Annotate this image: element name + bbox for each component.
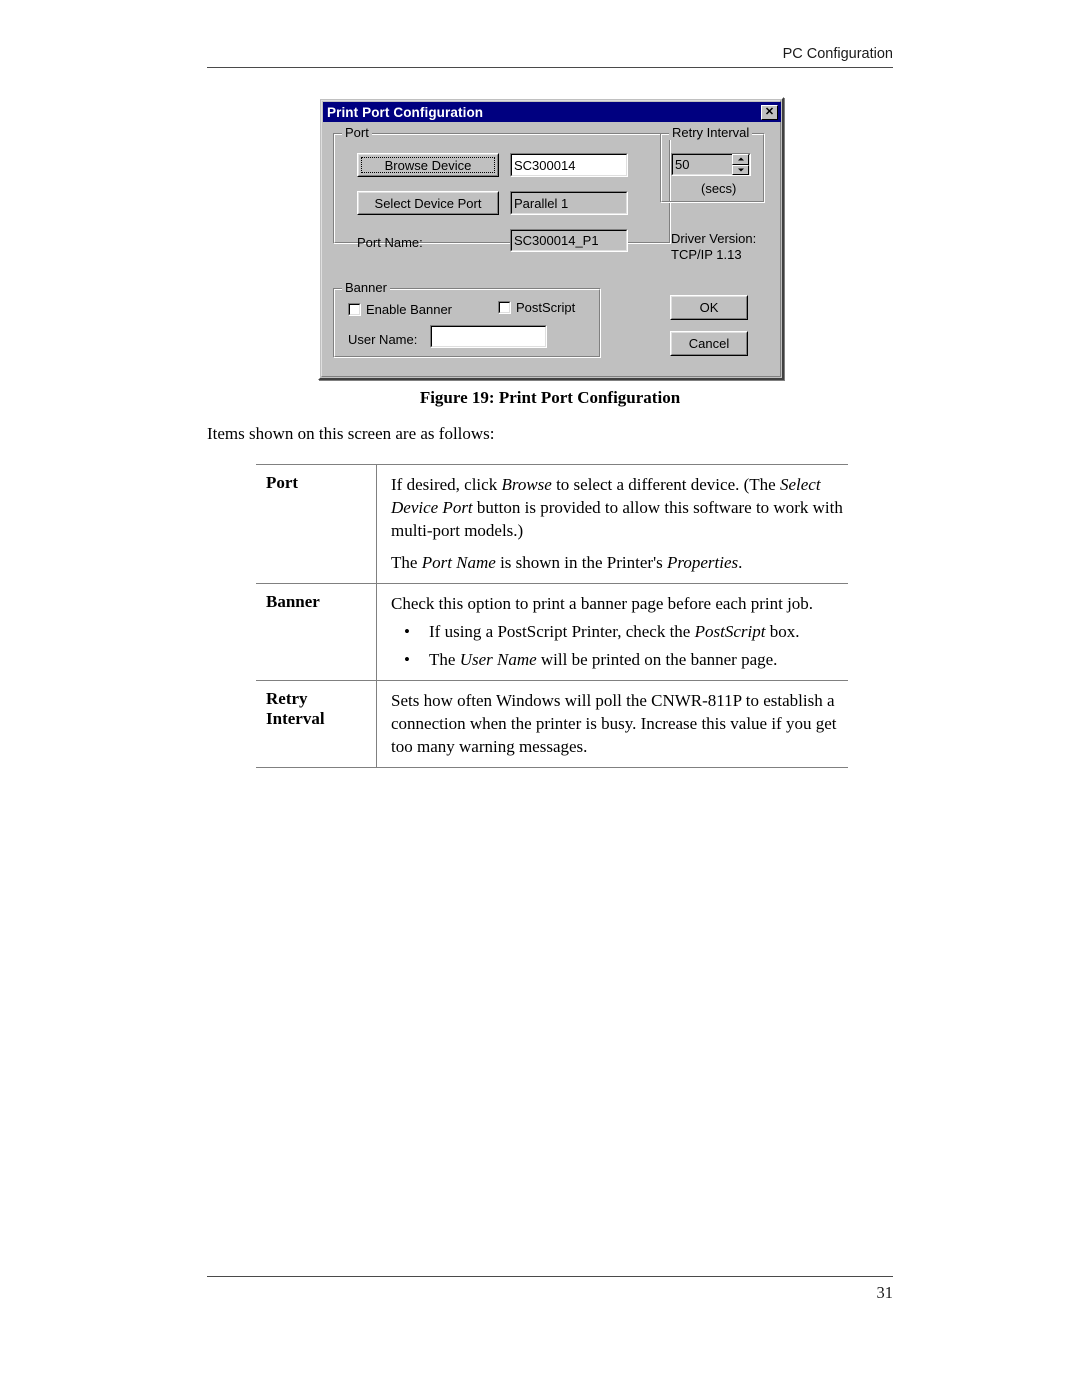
text-fragment: will be printed on the banner page.	[536, 650, 778, 669]
user-name-input[interactable]	[430, 325, 547, 348]
text-fragment: If using a PostScript Printer, check the	[429, 622, 695, 641]
retry-interval-value: 50	[675, 157, 690, 172]
emphasis-browse: Browse	[501, 475, 552, 494]
footer-rule	[207, 1276, 893, 1277]
bullet-icon: •	[404, 622, 410, 641]
close-icon[interactable]: ✕	[761, 104, 778, 120]
spinner-down-icon[interactable]	[732, 164, 749, 175]
banner-bullet-2: • The User Name will be printed on the b…	[391, 648, 844, 671]
print-port-configuration-dialog: Print Port Configuration ✕ Port Browse D…	[318, 97, 784, 380]
emphasis-properties: Properties	[667, 553, 739, 572]
banner-bullet-1: • If using a PostScript Printer, check t…	[391, 620, 844, 643]
items-description-table: Port If desired, click Browse to select …	[256, 464, 848, 768]
banner-bullet-2-text: The User Name will be printed on the ban…	[429, 648, 777, 671]
banner-paragraph-1: Check this option to print a banner page…	[391, 594, 814, 613]
device-port-field: Parallel 1	[510, 191, 628, 215]
row-term-retry-interval: Retry Interval	[256, 680, 377, 768]
cancel-button[interactable]: Cancel	[670, 331, 748, 356]
checkbox-icon	[498, 301, 511, 314]
text-fragment: box.	[765, 622, 800, 641]
text-fragment: is shown in the Printer's	[495, 553, 667, 572]
table-row: Port If desired, click Browse to select …	[256, 464, 849, 584]
browse-device-button-label: Browse Device	[384, 157, 472, 173]
row-term-port: Port	[256, 464, 377, 584]
text-fragment: The	[391, 553, 422, 572]
checkbox-icon	[348, 303, 361, 316]
port-groupbox: Port	[333, 125, 671, 244]
retry-interval-spinner[interactable]	[732, 154, 749, 175]
row-term-banner: Banner	[256, 583, 377, 681]
port-groupbox-bevel	[334, 134, 670, 243]
text-fragment: to select a different device. (The	[551, 475, 780, 494]
bullet-icon: •	[404, 650, 410, 669]
user-name-input-bevel	[431, 326, 546, 347]
retry-interval-groupbox-label: Retry Interval	[669, 125, 753, 140]
driver-version-text: Driver Version: TCP/IP 1.13	[671, 231, 757, 262]
row-desc-port: If desired, click Browse to select a dif…	[377, 465, 849, 584]
device-name-value: SC300014	[514, 157, 576, 173]
device-port-value: Parallel 1	[514, 195, 569, 211]
text-fragment: .	[738, 553, 743, 572]
emphasis-user-name: User Name	[459, 650, 537, 669]
banner-bullet-1-text: If using a PostScript Printer, check the…	[429, 620, 799, 643]
select-device-port-button[interactable]: Select Device Port	[357, 191, 499, 215]
device-name-field[interactable]: SC300014	[510, 153, 628, 177]
browse-device-button[interactable]: Browse Device	[357, 153, 499, 177]
postscript-label: PostScript	[516, 300, 576, 315]
retry-interval-units: (secs)	[701, 181, 737, 196]
banner-groupbox-label: Banner	[342, 280, 390, 295]
emphasis-postscript: PostScript	[694, 622, 766, 641]
page-number: 31	[876, 1283, 894, 1302]
spinner-up-icon[interactable]	[732, 154, 749, 165]
figure-caption: Figure 19: Print Port Configuration	[419, 388, 681, 407]
port-name-value: SC300014_P1	[514, 233, 599, 248]
row-desc-retry-interval: Sets how often Windows will poll the CNW…	[377, 681, 849, 768]
postscript-checkbox[interactable]: PostScript	[498, 300, 575, 315]
port-groupbox-label: Port	[342, 125, 372, 140]
user-name-label: User Name:	[348, 332, 418, 347]
text-fragment: If desired, click	[391, 475, 502, 494]
ok-button[interactable]: OK	[670, 295, 748, 320]
port-paragraph-2: The Port Name is shown in the Printer's …	[391, 551, 844, 574]
retry-term-line1: Retry	[266, 689, 308, 708]
dialog-title: Print Port Configuration	[327, 104, 484, 120]
retry-paragraph-1: Sets how often Windows will poll the CNW…	[391, 691, 837, 756]
table-row: Banner Check this option to print a bann…	[256, 583, 849, 681]
retry-term-line2: Interval	[266, 709, 325, 728]
table-row: Retry Interval Sets how often Windows wi…	[256, 680, 849, 768]
enable-banner-checkbox[interactable]: Enable Banner	[348, 302, 452, 317]
enable-banner-label: Enable Banner	[366, 302, 453, 317]
port-name-field: SC300014_P1	[510, 229, 628, 252]
text-fragment: The	[429, 650, 460, 669]
ok-button-label: OK	[699, 300, 719, 315]
emphasis-port-name: Port Name	[421, 553, 496, 572]
dialog-titlebar[interactable]: Print Port Configuration ✕	[323, 102, 781, 122]
port-name-label: Port Name:	[357, 235, 423, 250]
row-desc-banner: Check this option to print a banner page…	[377, 584, 849, 681]
select-device-port-button-label: Select Device Port	[374, 195, 482, 211]
header-rule	[207, 67, 893, 68]
port-paragraph-1: If desired, click Browse to select a dif…	[391, 473, 844, 542]
intro-paragraph: Items shown on this screen are as follow…	[207, 424, 495, 443]
page-header: PC Configuration	[782, 46, 893, 62]
cancel-button-label: Cancel	[688, 336, 730, 351]
